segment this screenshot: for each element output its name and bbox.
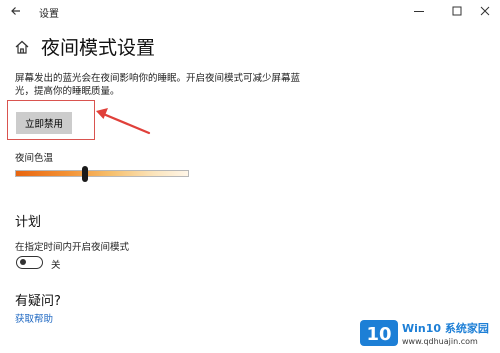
page-title: 夜间模式设置 [41, 37, 156, 59]
window-title: 设置 [39, 9, 59, 20]
home-icon[interactable] [14, 39, 30, 55]
maximize-icon [452, 6, 462, 16]
maximize-button[interactable] [442, 0, 472, 22]
get-help-link[interactable]: 获取帮助 [15, 311, 53, 325]
minimize-icon [414, 11, 424, 12]
color-temp-slider-track[interactable] [15, 170, 189, 177]
toggle-knob [20, 259, 26, 265]
minimize-button[interactable] [404, 0, 434, 22]
close-button[interactable] [470, 0, 500, 22]
back-arrow-icon[interactable] [8, 2, 26, 20]
color-temp-label: 夜间色温 [15, 153, 54, 164]
disable-now-button[interactable]: 立即禁用 [16, 112, 72, 134]
help-heading: 有疑问? [15, 294, 61, 309]
night-light-description: 屏幕发出的蓝光会在夜间影响你的睡眠。开启夜间模式可减少屏幕蓝光，提高你的睡眠质量… [15, 73, 301, 97]
close-icon [480, 6, 490, 16]
watermark-logo: 10 [360, 320, 398, 346]
schedule-label: 在指定时间内开启夜间模式 [15, 242, 130, 253]
color-temp-slider-thumb[interactable] [81, 166, 88, 182]
schedule-heading: 计划 [15, 215, 42, 230]
watermark-logo-text: 10 [366, 324, 391, 345]
watermark-url: www.qdhuajin.com [402, 337, 478, 346]
watermark-brand: Win10 系统家园 [402, 322, 489, 335]
title-bar: 设置 [0, 0, 500, 24]
schedule-toggle[interactable] [16, 256, 43, 269]
toggle-state-text: 关 [51, 260, 61, 271]
